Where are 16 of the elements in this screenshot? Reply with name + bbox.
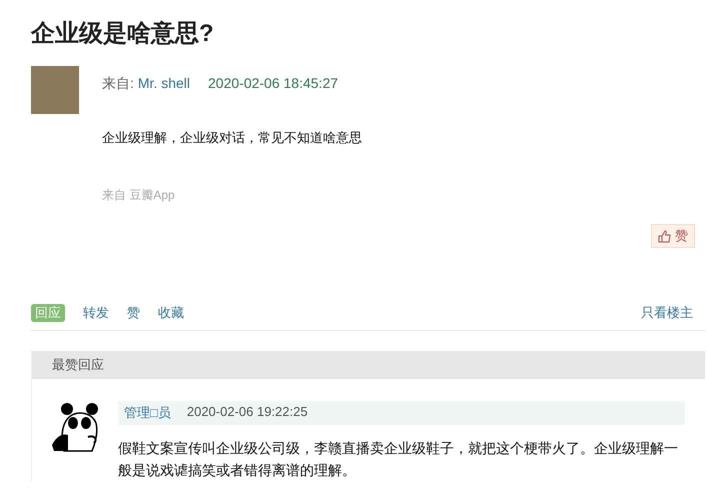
like-button[interactable]: 赞: [651, 224, 695, 248]
reply-time: 2020-02-06 19:22:25: [186, 404, 308, 421]
thumbs-up-icon: [658, 230, 671, 242]
post-source: 来自 豆瓣App: [102, 187, 176, 204]
action-link[interactable]: 收藏: [158, 304, 184, 322]
post-body: 企业级理解，企业级对话，常见不知道啥意思: [102, 129, 363, 147]
post-title: 企业级是啥意思?: [31, 19, 215, 49]
from-label: 来自:: [102, 75, 134, 93]
reply-author-link[interactable]: 管理□员: [124, 404, 171, 422]
author-link[interactable]: Mr. shell: [138, 75, 190, 93]
reply-text: 假鞋文案宣传叫企业级公司级，李赣直播卖企业级鞋子，就把这个梗带火了。企业级理解一般是说戏谑搞笑或者错得离谱的理解。: [118, 439, 679, 480]
action-link[interactable]: 转发: [83, 304, 109, 322]
section-header: 最赞回应: [32, 351, 705, 379]
author-only-link[interactable]: 只看楼主: [641, 304, 693, 322]
action-link[interactable]: 赞: [127, 304, 140, 322]
post-time: 2020-02-06 18:45:27: [208, 75, 338, 93]
